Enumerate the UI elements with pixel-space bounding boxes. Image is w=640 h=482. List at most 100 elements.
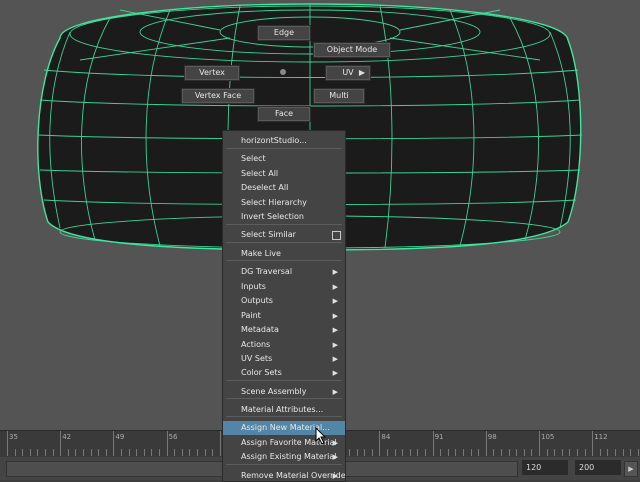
marking-menu-object-mode[interactable]: Object Mode <box>313 42 391 58</box>
timeline-minor-tick <box>45 449 46 456</box>
marking-menu-multi[interactable]: Multi <box>313 88 365 104</box>
edge-label: Edge <box>273 28 295 37</box>
timeline-minor-tick <box>189 449 190 456</box>
menu-item[interactable]: Scene Assembly ▶ <box>223 385 345 399</box>
menu-separator <box>226 260 342 261</box>
menu-item[interactable]: DG Traversal ▶ <box>223 265 345 279</box>
menu-separator <box>226 242 342 243</box>
timeline-minor-tick <box>501 449 502 456</box>
submenu-arrow-icon: ▶ <box>332 268 338 276</box>
range-max-field[interactable]: 200 <box>575 460 621 475</box>
menu-item[interactable]: Select Hierarchy <box>223 196 345 210</box>
range-end-field[interactable]: 120 <box>522 460 568 475</box>
timeline-minor-tick <box>379 449 380 456</box>
marking-menu-uv[interactable]: UV ▶ <box>325 65 371 81</box>
menu-item-label: Select <box>241 154 266 163</box>
timeline-minor-tick <box>417 449 418 456</box>
timeline-minor-tick <box>106 449 107 456</box>
multi-label: Multi <box>329 91 349 100</box>
timeline-tick-label: 56 <box>168 433 178 441</box>
chevron-right-icon: ▶ <box>358 68 365 77</box>
menu-item-label: DG Traversal <box>241 267 293 276</box>
menu-item[interactable]: UV Sets ▶ <box>223 352 345 366</box>
menu-item-label: Invert Selection <box>241 212 304 221</box>
menu-separator <box>226 464 342 465</box>
object-mode-label: Object Mode <box>326 45 378 54</box>
timeline-tick-label: 42 <box>62 433 72 441</box>
menu-item[interactable]: Invert Selection <box>223 210 345 224</box>
range-options-button[interactable]: ▶ <box>624 461 638 477</box>
menu-item[interactable]: Deselect All <box>223 181 345 195</box>
timeline-minor-tick <box>220 449 221 456</box>
menu-header: horizontStudio... <box>223 134 345 148</box>
marking-menu-vertex[interactable]: Vertex <box>184 65 240 81</box>
timeline-minor-tick <box>509 449 510 456</box>
menu-header-label: horizontStudio... <box>241 136 307 145</box>
timeline-minor-tick <box>539 449 540 456</box>
timeline-minor-tick <box>30 449 31 456</box>
menu-item-label: Outputs <box>241 296 273 305</box>
menu-item[interactable]: Color Sets ▶ <box>223 366 345 380</box>
timeline-minor-tick <box>478 449 479 456</box>
timeline-minor-tick <box>98 449 99 456</box>
menu-item[interactable]: Material Attributes... <box>223 403 345 417</box>
marking-menu-face[interactable]: Face <box>257 106 311 122</box>
submenu-arrow-icon: ▶ <box>332 283 338 291</box>
timeline-minor-tick <box>524 449 525 456</box>
menu-item[interactable]: Paint ▶ <box>223 309 345 323</box>
timeline-minor-tick <box>60 449 61 456</box>
submenu-arrow-icon: ▶ <box>332 439 338 447</box>
timeline-minor-tick <box>144 449 145 456</box>
vertex-face-label: Vertex Face <box>194 91 242 100</box>
timeline-minor-tick <box>357 449 358 456</box>
menu-item-label: Paint <box>241 311 261 320</box>
menu-item[interactable]: Select <box>223 152 345 166</box>
submenu-arrow-icon: ▶ <box>332 453 338 461</box>
menu-item[interactable]: Select All <box>223 167 345 181</box>
marking-menu-edge[interactable]: Edge <box>257 25 311 41</box>
menu-item-label: Actions <box>241 340 271 349</box>
submenu-arrow-icon: ▶ <box>332 472 338 480</box>
timeline-minor-tick <box>569 449 570 456</box>
timeline-minor-tick <box>433 449 434 456</box>
menu-item-label: Metadata <box>241 325 279 334</box>
menu-item-label: Assign Existing Material <box>241 452 337 461</box>
timeline-minor-tick <box>121 449 122 456</box>
timeline-minor-tick <box>455 449 456 456</box>
submenu-arrow-icon: ▶ <box>332 388 338 396</box>
timeline-tick-label: 98 <box>487 433 497 441</box>
timeline-minor-tick <box>425 449 426 456</box>
menu-item-label: Select Similar <box>241 230 296 239</box>
menu-item[interactable]: Outputs ▶ <box>223 294 345 308</box>
submenu-arrow-icon: ▶ <box>332 312 338 320</box>
menu-item[interactable]: Assign Existing Material ▶ <box>223 450 345 464</box>
timeline-minor-tick <box>364 449 365 456</box>
option-box-icon[interactable] <box>332 231 341 240</box>
timeline-minor-tick <box>395 449 396 456</box>
timeline-minor-tick <box>554 449 555 456</box>
menu-item-label: Select Hierarchy <box>241 198 307 207</box>
menu-item-label: Select All <box>241 169 279 178</box>
timeline-minor-tick <box>129 449 130 456</box>
mouse-cursor-icon <box>315 427 327 445</box>
submenu-arrow-icon: ▶ <box>332 355 338 363</box>
menu-item[interactable]: Select Similar <box>223 228 345 242</box>
marking-menu-vertex-face[interactable]: Vertex Face <box>181 88 255 104</box>
menu-separator <box>226 416 342 417</box>
timeline-minor-tick <box>136 449 137 456</box>
timeline-minor-tick <box>600 449 601 456</box>
timeline-minor-tick <box>159 449 160 456</box>
menu-item[interactable]: Metadata ▶ <box>223 323 345 337</box>
timeline-minor-tick <box>22 449 23 456</box>
menu-item[interactable]: Actions ▶ <box>223 338 345 352</box>
timeline-minor-tick <box>53 449 54 456</box>
menu-item[interactable]: Make Live <box>223 247 345 261</box>
menu-item-label: Deselect All <box>241 183 289 192</box>
timeline-minor-tick <box>623 449 624 456</box>
timeline-minor-tick <box>463 449 464 456</box>
menu-item[interactable]: Remove Material Override ▶ <box>223 469 345 481</box>
timeline-minor-tick <box>75 449 76 456</box>
timeline-minor-tick <box>547 449 548 456</box>
menu-item[interactable]: Inputs ▶ <box>223 280 345 294</box>
timeline-tick-label: 105 <box>541 433 555 441</box>
